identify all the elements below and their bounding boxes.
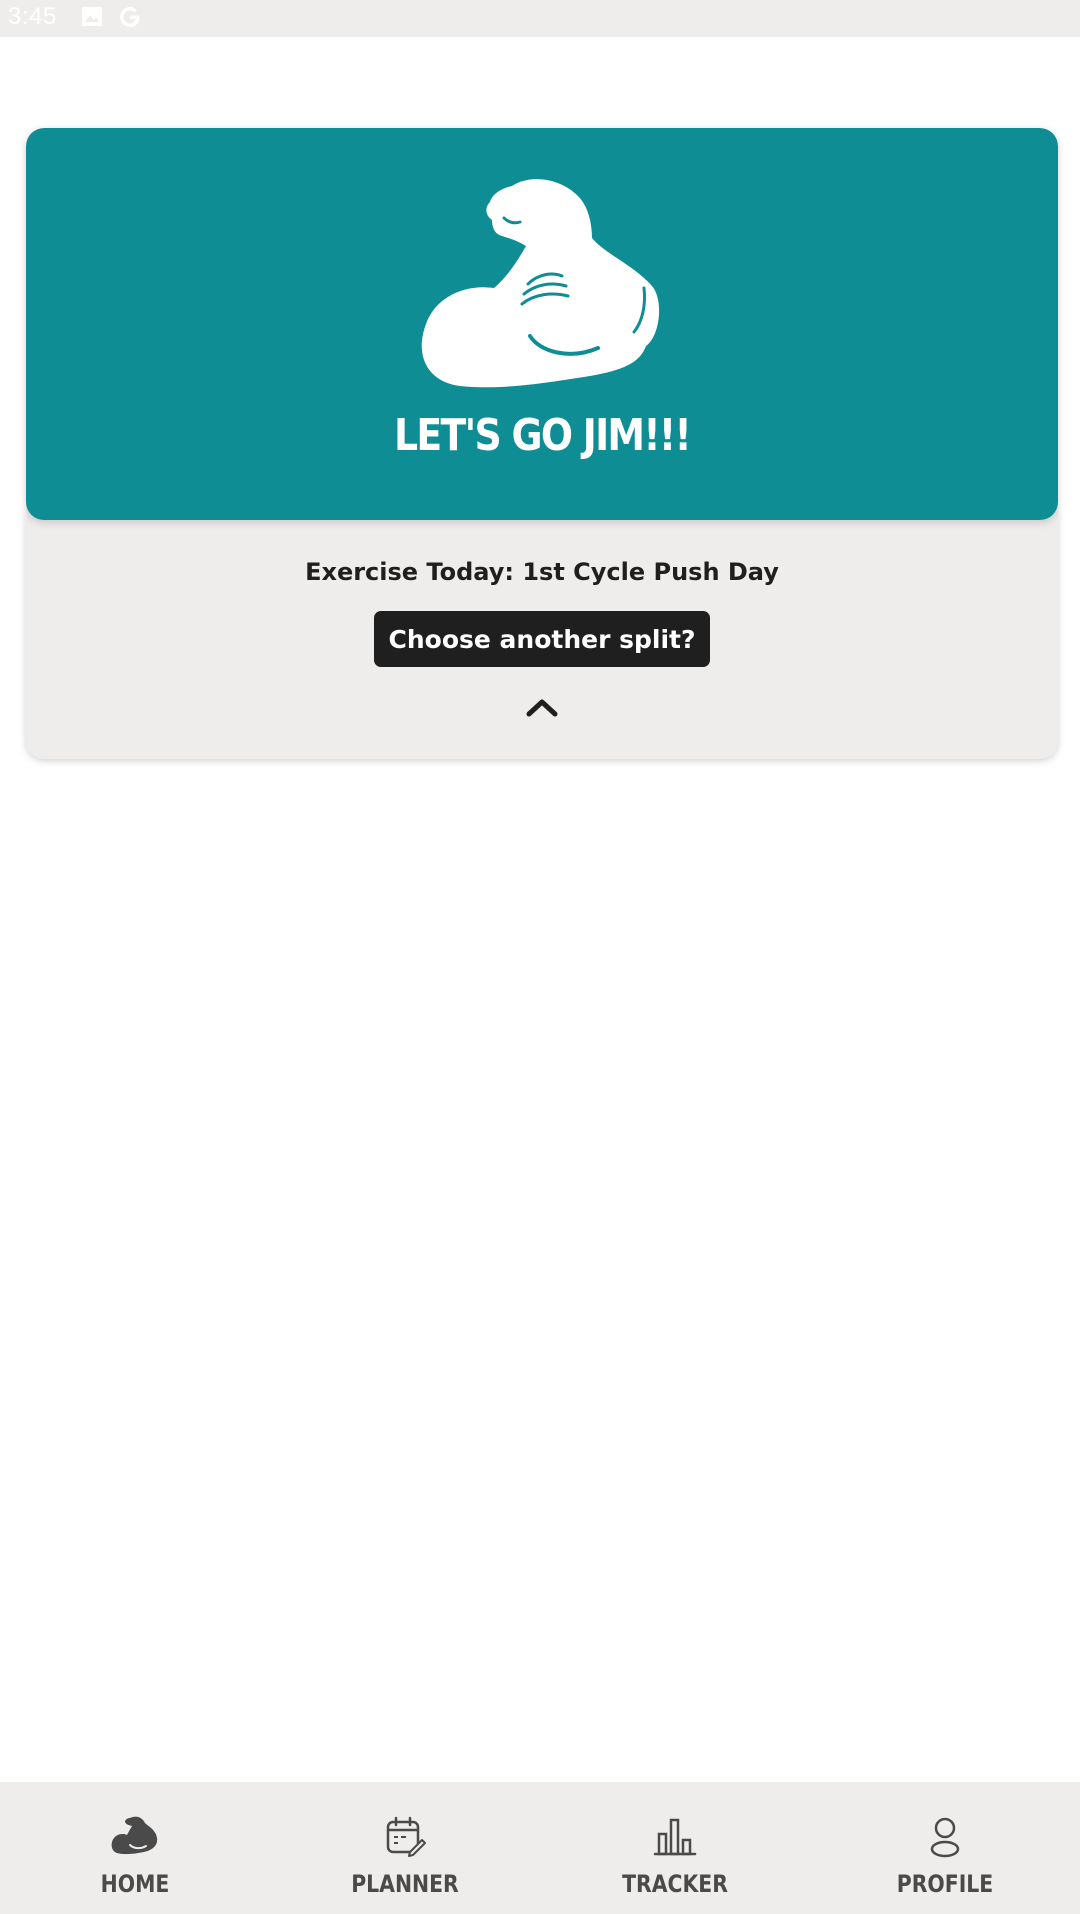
google-icon [120, 7, 140, 27]
calendar-edit-icon [386, 1816, 426, 1857]
nav-item-home[interactable]: HOME [0, 1782, 270, 1914]
bar-chart-icon [653, 1818, 697, 1856]
nav-item-planner[interactable]: PLANNER [270, 1782, 540, 1914]
workout-card: LET'S GO JIM!!! Exercise Today: 1st Cycl… [26, 128, 1058, 759]
nav-label-profile: PROFILE [896, 1870, 994, 1898]
status-time: 3:45 [8, 3, 57, 30]
chevron-up-icon[interactable] [525, 696, 559, 718]
flexed-arm-icon [421, 179, 660, 388]
nav-item-profile[interactable]: PROFILE [810, 1782, 1080, 1914]
bottom-nav: HOME PLANNER TRACKER PROFILE [0, 1782, 1080, 1914]
image-notification-icon [82, 7, 102, 26]
flexed-arm-icon [111, 1816, 158, 1855]
status-bar: 3:45 [0, 0, 1080, 37]
choose-another-split-button[interactable]: Choose another split? [374, 611, 710, 667]
nav-label-tracker: TRACKER [622, 1870, 728, 1898]
nav-label-home: HOME [100, 1870, 170, 1898]
hero-banner: LET'S GO JIM!!! [26, 128, 1058, 520]
nav-label-planner: PLANNER [351, 1870, 459, 1898]
hero-title: LET'S GO JIM!!! [394, 410, 692, 461]
user-icon [930, 1817, 960, 1858]
exercise-today-text: Exercise Today: 1st Cycle Push Day [305, 558, 779, 586]
nav-item-tracker[interactable]: TRACKER [540, 1782, 810, 1914]
